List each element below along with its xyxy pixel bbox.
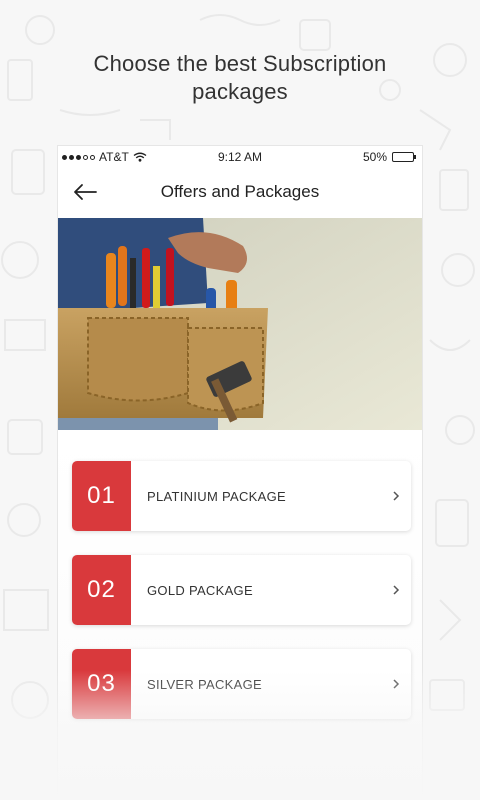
status-bar: AT&T 9:12 AM 50% <box>58 146 422 168</box>
chevron-right-icon <box>381 555 411 625</box>
chevron-right-icon <box>381 649 411 719</box>
headline: Choose the best Subscription packages <box>0 50 480 106</box>
package-card-silver[interactable]: 03 SILVER PACKAGE <box>72 649 411 719</box>
battery-percent: 50% <box>362 150 387 164</box>
tool-belt-banner-image <box>58 218 422 430</box>
package-card-gold[interactable]: 02 GOLD PACKAGE <box>72 555 411 625</box>
page-title: Offers and Packages <box>160 182 320 201</box>
nav-bar: Offers and Packages <box>58 168 422 216</box>
battery-icon <box>392 152 416 162</box>
headline-line-1: Choose the best Subscription <box>93 51 387 76</box>
package-list: 01 PLATINIUM PACKAGE 02 GOLD PACKAGE 03 … <box>58 430 422 800</box>
chevron-right-icon <box>381 461 411 531</box>
package-label: PLATINIUM PACKAGE <box>147 488 286 504</box>
package-label: SILVER PACKAGE <box>147 676 262 692</box>
package-card-platinum[interactable]: 01 PLATINIUM PACKAGE <box>72 461 411 531</box>
package-label: GOLD PACKAGE <box>147 582 253 598</box>
headline-line-2: packages <box>192 79 288 104</box>
phone-mockup: AT&T 9:12 AM 50% Offers and Packages 01 … <box>58 146 422 800</box>
package-number: 01 <box>72 461 131 531</box>
package-number: 03 <box>72 649 131 719</box>
package-number: 02 <box>72 555 131 625</box>
